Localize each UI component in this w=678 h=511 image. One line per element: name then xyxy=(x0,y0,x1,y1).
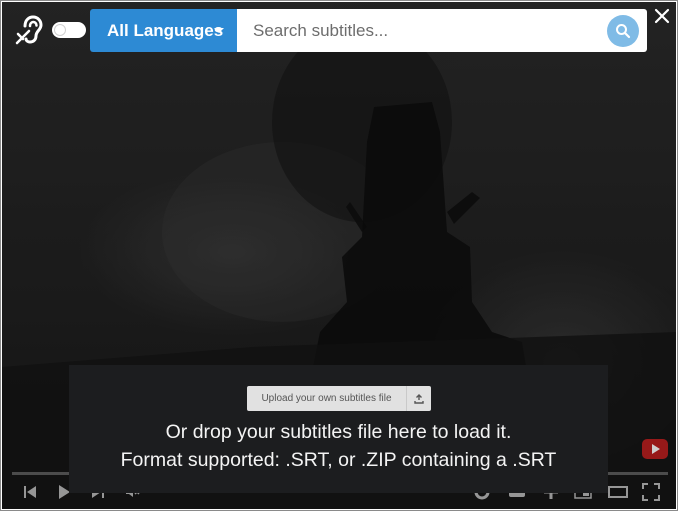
accessibility-toggle[interactable] xyxy=(52,22,86,38)
language-dropdown-label: All Languages xyxy=(107,20,224,40)
theater-icon[interactable] xyxy=(608,483,628,501)
upload-button-label: Upload your own subtitles file xyxy=(261,393,392,404)
search-icon xyxy=(616,24,631,39)
language-dropdown[interactable]: All Languages xyxy=(90,9,237,52)
hearing-assist-icon[interactable] xyxy=(13,12,47,46)
upload-icon xyxy=(406,386,431,411)
upload-drop-zone[interactable]: Upload your own subtitles file Or drop y… xyxy=(69,365,608,493)
subtitle-overlay-window: All Languages Upload your own subtitles … xyxy=(0,0,678,511)
search-button[interactable] xyxy=(607,15,639,47)
upload-subtitles-button[interactable]: Upload your own subtitles file xyxy=(247,386,431,411)
youtube-icon[interactable] xyxy=(642,439,668,459)
chevron-down-icon xyxy=(214,28,224,33)
fullscreen-icon[interactable] xyxy=(642,483,660,501)
format-info: Format supported: .SRT, or .ZIP containi… xyxy=(120,449,557,471)
previous-icon[interactable] xyxy=(22,483,38,501)
toggle-knob xyxy=(54,24,66,36)
search-input[interactable] xyxy=(237,9,597,52)
close-icon[interactable] xyxy=(652,6,672,26)
drop-instructions: Or drop your subtitles file here to load… xyxy=(165,421,512,443)
search-box xyxy=(237,9,647,52)
